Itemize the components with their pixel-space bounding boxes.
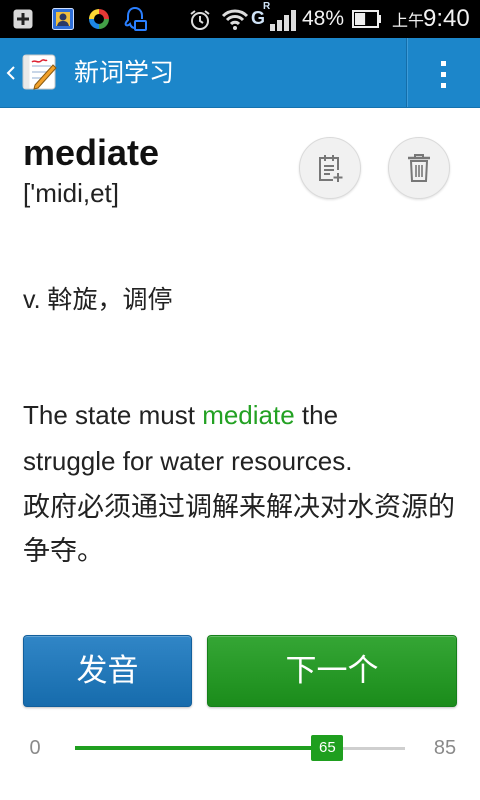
progress-max-label: 85 <box>433 737 457 759</box>
app-bar: 新词学习 <box>0 38 480 108</box>
wifi-icon <box>220 7 250 31</box>
add-box-icon <box>13 9 33 29</box>
time-period: 上午 <box>392 13 425 30</box>
sync-circle-icon <box>87 7 111 31</box>
progress-slider[interactable]: 0 65 85 <box>0 728 480 768</box>
battery-percent: 48% <box>302 7 345 30</box>
chevron-left-icon <box>6 65 16 86</box>
contact-card-icon <box>52 8 74 30</box>
word-headword: mediate <box>23 132 160 173</box>
next-word-button[interactable]: 下一个 <box>207 635 457 707</box>
pronounce-button[interactable]: 发音 <box>23 635 192 707</box>
clock-time: 9:40 <box>423 5 470 32</box>
battery-icon <box>352 10 382 28</box>
notification-bot-icon <box>123 6 147 32</box>
overflow-menu-button[interactable] <box>408 38 480 107</box>
page-title: 新词学习 <box>74 59 175 87</box>
progress-thumb[interactable]: 65 <box>311 735 344 761</box>
progress-fill <box>75 746 328 750</box>
progress-min-label: 0 <box>29 737 41 759</box>
example-highlight-word: mediate <box>202 400 295 430</box>
status-bar: G R 48% 上午 9:40 <box>0 0 480 38</box>
add-to-notes-icon <box>316 153 344 183</box>
word-phonetic: ['midi,et] <box>23 178 119 208</box>
alarm-clock-icon <box>188 8 212 32</box>
example-translation: 政府必须通过调解来解决对水资源的争夺。 <box>23 492 455 566</box>
home-up-button[interactable]: 新词学习 <box>0 38 200 107</box>
example-sentence: The state must mediate the struggle for … <box>23 392 423 484</box>
delete-word-button[interactable] <box>388 137 450 199</box>
word-definition: v. 斡旋，调停 <box>23 286 173 314</box>
add-to-notes-button[interactable] <box>299 137 361 199</box>
overflow-menu-icon <box>408 38 480 107</box>
notepad-pencil-icon <box>20 52 60 97</box>
signal-bars-icon <box>270 9 296 31</box>
example-text-before: The state must <box>23 400 203 430</box>
trash-icon <box>407 153 431 183</box>
